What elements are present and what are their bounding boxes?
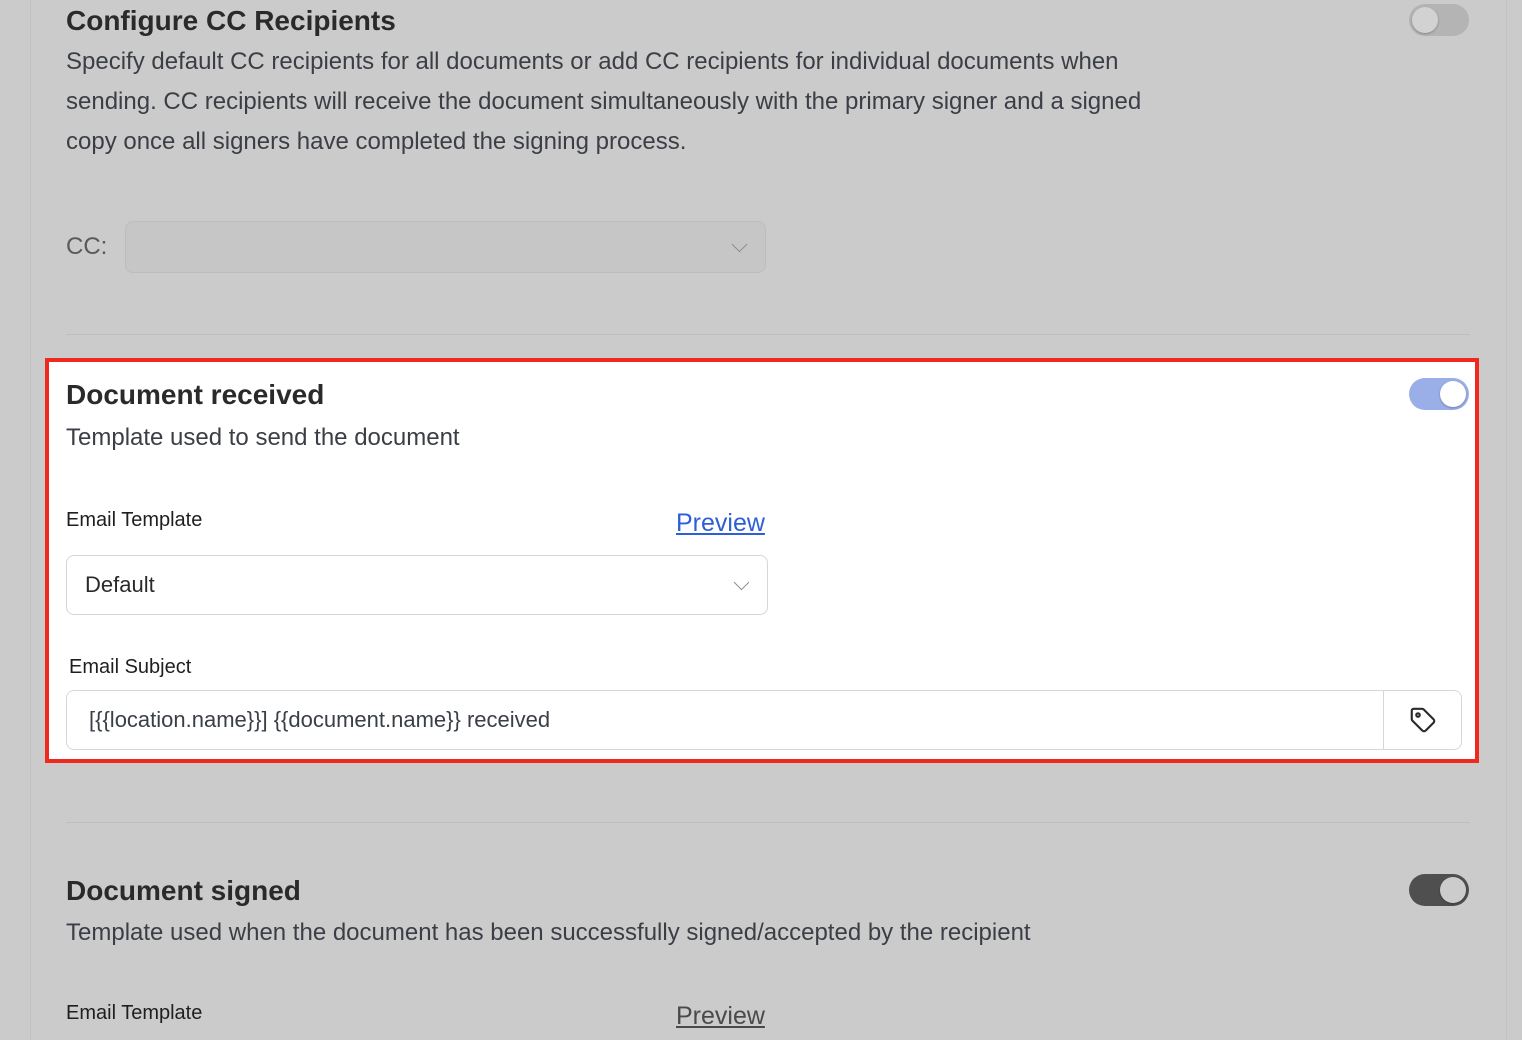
cc-label: CC:	[66, 233, 108, 260]
preview-link[interactable]: Preview	[676, 1000, 765, 1032]
email-subject-input[interactable]: [{{location.name}}] {{document.name}} re…	[66, 690, 1462, 750]
cc-section-title: Configure CC Recipients	[66, 5, 396, 36]
email-template-select[interactable]: Default	[66, 555, 768, 615]
email-subject-label: Email Subject	[69, 656, 192, 678]
email-template-value: Default	[85, 572, 155, 597]
email-template-label: Email Template	[66, 1002, 203, 1024]
section-divider	[66, 334, 1470, 335]
toggle-knob	[1440, 381, 1466, 407]
tag-icon	[1410, 707, 1435, 733]
document-received-toggle[interactable]	[1409, 378, 1469, 410]
cc-section-description: Specify default CC recipients for all do…	[66, 48, 1142, 155]
cc-select[interactable]	[125, 221, 766, 273]
document-received-title: Document received	[66, 379, 325, 410]
toggle-knob	[1412, 7, 1438, 33]
email-subject-value: [{{location.name}}] {{document.name}} re…	[89, 707, 551, 732]
document-signed-description: Template used when the document has been…	[66, 919, 1031, 946]
preview-link[interactable]: Preview	[676, 507, 765, 539]
section-divider	[66, 822, 1470, 823]
toggle-knob	[1440, 877, 1466, 903]
email-template-label: Email Template	[66, 509, 203, 531]
document-received-description: Template used to send the document	[66, 424, 460, 451]
chevron-down-icon	[733, 574, 750, 591]
document-signed-toggle[interactable]	[1409, 874, 1469, 906]
merge-tag-button[interactable]	[1383, 691, 1461, 749]
cc-toggle[interactable]	[1409, 4, 1469, 36]
chevron-down-icon	[731, 236, 748, 253]
document-received-panel: Document received Template used to send …	[45, 358, 1479, 763]
document-signed-title: Document signed	[66, 875, 301, 906]
